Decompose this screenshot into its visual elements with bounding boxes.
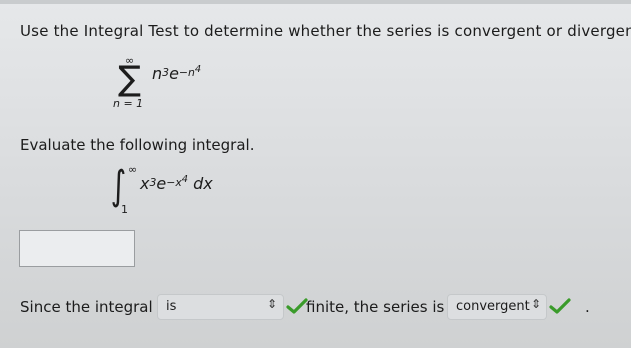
integrand-exponent-power: 4: [181, 174, 189, 186]
integrand-exponent-base: −x: [166, 175, 182, 189]
middle-text: finite, the series is: [306, 298, 445, 316]
sigma-icon: ∑: [118, 59, 141, 99]
series-term-e: e: [169, 64, 179, 83]
top-strip: [0, 0, 631, 4]
series-convergence-select-value: convergent: [456, 299, 530, 314]
end-period: .: [585, 298, 590, 316]
integrand-power: 3: [149, 175, 157, 189]
integral-answer-input[interactable]: [19, 230, 135, 267]
checkmark-icon: [286, 298, 308, 314]
integral-finite-select[interactable]: is ⇕: [157, 294, 284, 320]
question-prompt: Use the Integral Test to determine wheth…: [20, 22, 631, 40]
integrand: x3e−x4 dx: [140, 174, 213, 193]
integral-lower-limit: 1: [121, 203, 128, 216]
integrand-dx: dx: [193, 174, 213, 193]
since-text: Since the integral: [20, 298, 153, 316]
integrand-e: e: [156, 174, 167, 193]
integral-finite-select-value: is: [166, 299, 177, 314]
integrand-exponent: −x4: [166, 174, 189, 189]
checkmark-icon: [549, 298, 571, 314]
series-term-base: n: [152, 64, 163, 83]
integral-sign-icon: ∫: [110, 163, 127, 209]
series-term-power: 3: [162, 65, 170, 79]
integral-upper-limit: ∞: [128, 163, 138, 176]
series-term-exponent: −n4: [178, 64, 202, 79]
series-term: n3e−n4: [152, 64, 201, 83]
series-term-exponent-base: −n: [178, 65, 195, 79]
evaluate-instruction: Evaluate the following integral.: [20, 136, 255, 154]
sum-lower-limit: n = 1: [113, 97, 144, 110]
updown-chevron-icon: ⇕: [531, 297, 542, 311]
series-convergence-select[interactable]: convergent ⇕: [447, 294, 547, 320]
series-term-exponent-power: 4: [194, 64, 202, 76]
updown-chevron-icon: ⇕: [267, 297, 278, 311]
conclusion-row: Since the integral is ⇕ finite, the seri…: [20, 294, 620, 322]
